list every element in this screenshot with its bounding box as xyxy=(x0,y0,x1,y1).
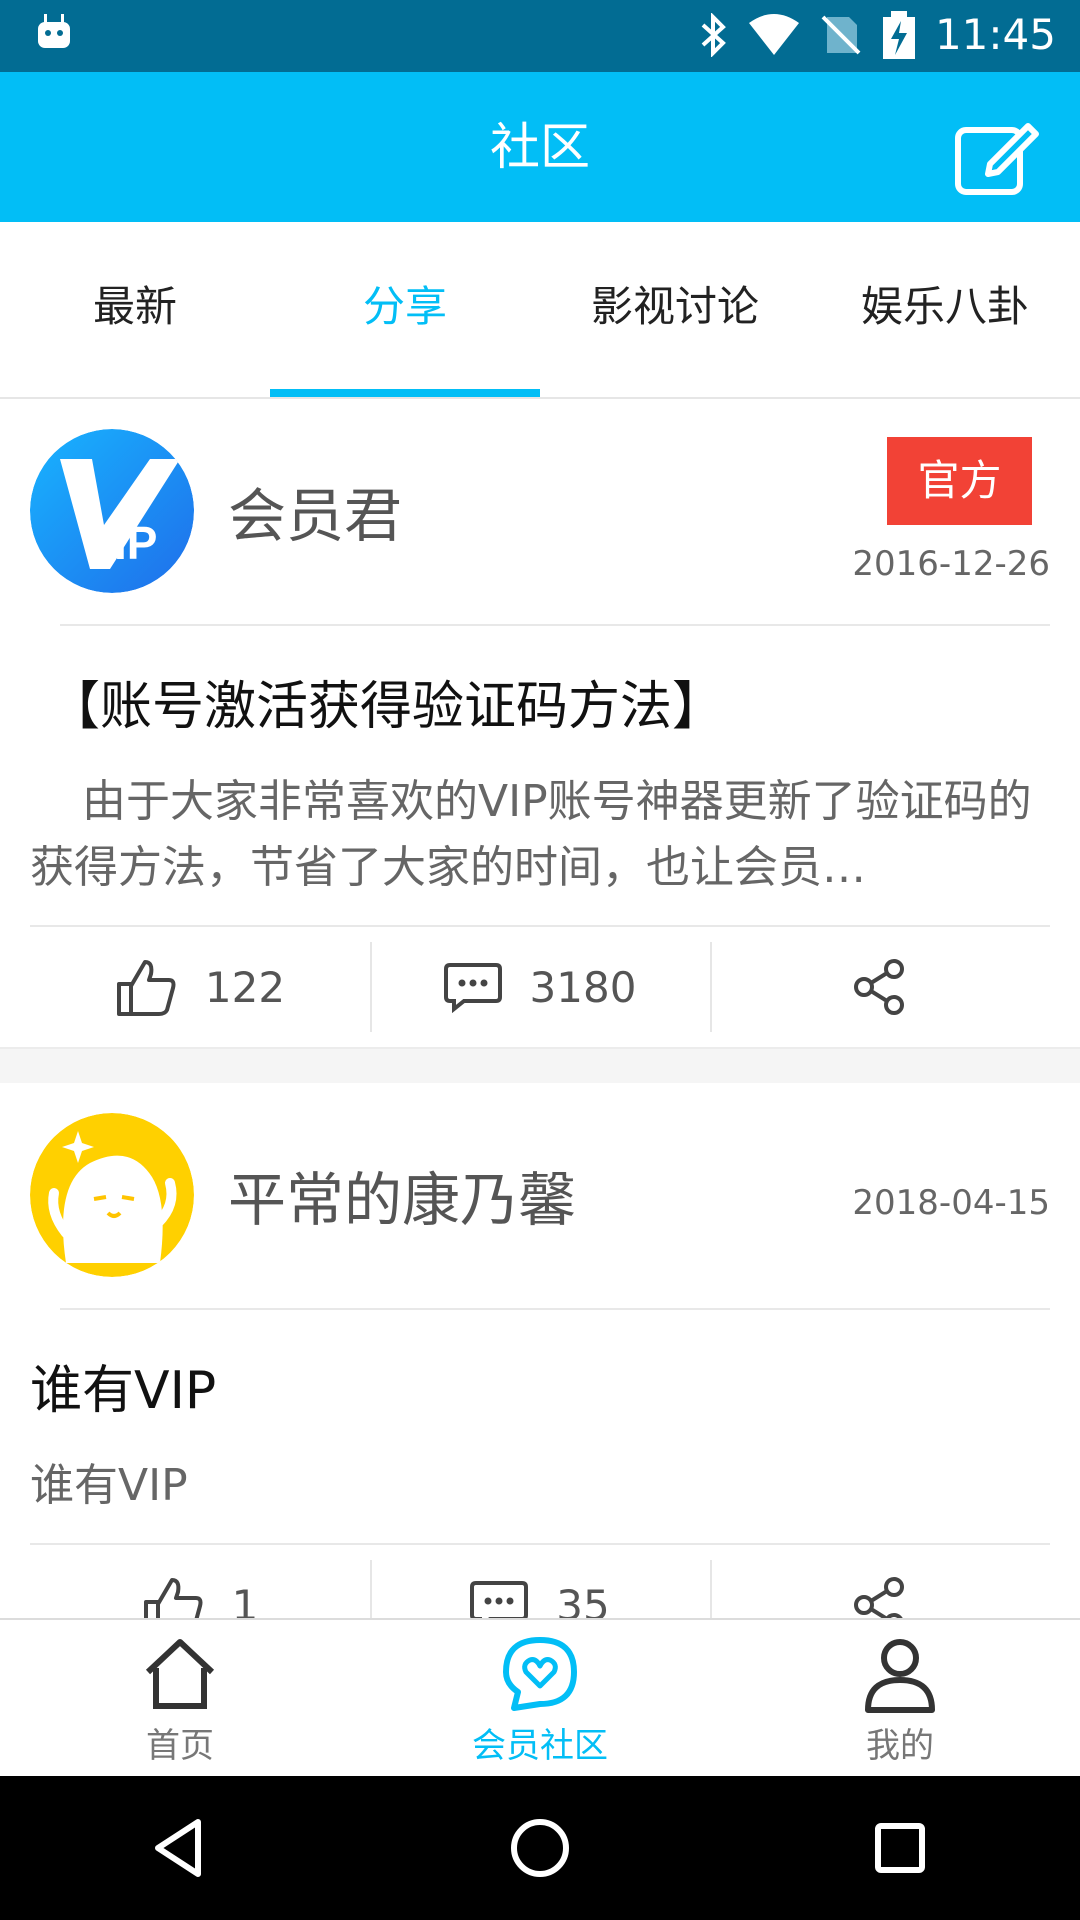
username[interactable]: 会员君 xyxy=(228,469,402,553)
official-badge: 官方 xyxy=(887,437,1032,525)
thumbs-up-icon xyxy=(116,960,176,1016)
android-notification-icon xyxy=(38,14,70,48)
no-sim-icon xyxy=(821,15,861,54)
divider xyxy=(60,1308,1050,1310)
category-tabs: 最新 分享 影视讨论 娱乐八卦 xyxy=(0,222,1080,399)
username[interactable]: 平常的康乃馨 xyxy=(228,1153,576,1237)
nav-me[interactable]: 我的 xyxy=(720,1620,1080,1778)
post-header: IP 会员君 官方 2016-12-26 xyxy=(0,399,1080,624)
chat-heart-icon xyxy=(503,1637,577,1711)
nav-label: 首页 xyxy=(146,1726,214,1766)
share-icon xyxy=(854,959,904,1015)
nav-label: 我的 xyxy=(866,1726,934,1766)
post-title[interactable]: 【账号激活获得验证码方法】 xyxy=(48,664,1050,739)
divider xyxy=(60,624,1050,626)
page-title: 社区 xyxy=(490,118,590,176)
home-circle-icon[interactable] xyxy=(508,1816,572,1880)
post-title[interactable]: 谁有VIP xyxy=(30,1348,1050,1423)
post-date: 2018-04-15 xyxy=(852,1183,1050,1223)
tab-movie-discussion[interactable]: 影视讨论 xyxy=(540,222,810,397)
post-date: 2016-12-26 xyxy=(852,544,1050,584)
tab-share[interactable]: 分享 xyxy=(270,222,540,397)
compose-icon[interactable] xyxy=(950,112,1040,202)
comment-button[interactable]: 3180 xyxy=(370,927,710,1047)
avatar[interactable] xyxy=(30,1113,194,1277)
post-card[interactable]: 平常的康乃馨 2018-04-15 谁有VIP 谁有VIP 1 35 xyxy=(0,1083,1080,1665)
svg-text:IP: IP xyxy=(114,517,157,569)
person-icon xyxy=(865,1639,935,1713)
post-card[interactable]: IP 会员君 官方 2016-12-26 【账号激活获得验证码方法】 由于大家非… xyxy=(0,399,1080,1047)
share-button[interactable] xyxy=(710,927,1050,1047)
home-icon xyxy=(145,1639,215,1709)
battery-charging-icon xyxy=(882,10,915,59)
clock-text: 11:45 xyxy=(934,10,1056,59)
nav-community[interactable]: 会员社区 xyxy=(360,1620,720,1778)
post-body[interactable]: 谁有VIP xyxy=(30,1453,1050,1519)
app-bar: 社区 xyxy=(0,72,1080,222)
back-icon[interactable] xyxy=(148,1816,212,1880)
like-button[interactable]: 122 xyxy=(30,927,370,1047)
recents-icon[interactable] xyxy=(868,1816,932,1880)
post-body[interactable]: 由于大家非常喜欢的VIP账号神器更新了验证码的获得方法，节省了大家的时间，也让会… xyxy=(30,769,1050,901)
wifi-icon xyxy=(748,13,799,55)
post-header: 平常的康乃馨 2018-04-15 xyxy=(0,1083,1080,1308)
post-actions: 122 3180 xyxy=(30,925,1050,1047)
comment-count: 3180 xyxy=(529,962,637,1012)
like-count: 122 xyxy=(204,962,286,1012)
status-bar: 11:45 xyxy=(0,0,1080,72)
nav-home[interactable]: 首页 xyxy=(0,1620,360,1778)
tab-entertainment-gossip[interactable]: 娱乐八卦 xyxy=(810,222,1080,397)
tab-latest[interactable]: 最新 xyxy=(0,222,270,397)
comment-icon xyxy=(443,963,502,1013)
bluetooth-icon xyxy=(701,12,726,57)
post-separator xyxy=(0,1047,1080,1083)
nav-label: 会员社区 xyxy=(472,1726,608,1766)
bottom-navigation: 首页 会员社区 我的 xyxy=(0,1618,1080,1778)
system-navigation-bar xyxy=(0,1776,1080,1920)
avatar[interactable]: IP xyxy=(30,429,194,593)
